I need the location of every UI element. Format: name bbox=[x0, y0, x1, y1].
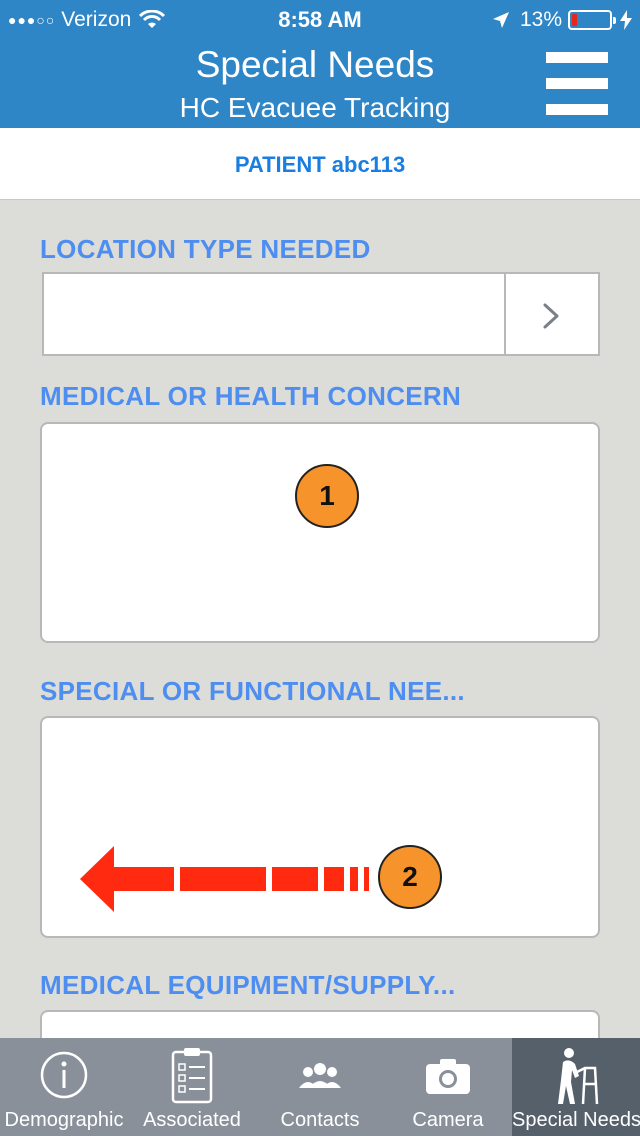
info-icon bbox=[40, 1051, 88, 1099]
tab-label: Associated bbox=[143, 1109, 241, 1131]
page-subtitle: HC Evacuee Tracking bbox=[179, 92, 451, 123]
clipboard-icon bbox=[171, 1048, 213, 1104]
tab-label: Demographic bbox=[4, 1109, 124, 1131]
special-needs-label: SPECIAL OR FUNCTIONAL NEE... bbox=[40, 676, 465, 706]
location-type-select[interactable] bbox=[42, 272, 600, 356]
annotation-badge-2: 2 bbox=[378, 845, 442, 909]
tab-label: Contacts bbox=[280, 1109, 360, 1131]
tab-camera[interactable]: Camera bbox=[384, 1038, 512, 1136]
annotation-badge-1: 1 bbox=[295, 464, 359, 528]
patient-bar: PATIENT abc113 bbox=[0, 128, 640, 200]
location-type-label: LOCATION TYPE NEEDED bbox=[40, 234, 371, 264]
tab-special-needs[interactable]: Special Needs bbox=[512, 1038, 640, 1136]
hamburger-menu-icon[interactable] bbox=[546, 52, 608, 116]
camera-icon bbox=[426, 1059, 470, 1094]
status-right: 13% bbox=[492, 8, 632, 32]
tab-demographic[interactable]: Demographic bbox=[0, 1038, 128, 1136]
people-icon bbox=[299, 1063, 341, 1088]
tab-label: Special Needs bbox=[512, 1109, 640, 1131]
charging-bolt-icon bbox=[620, 10, 632, 30]
tab-associated[interactable]: Associated bbox=[128, 1038, 256, 1136]
battery-icon bbox=[568, 10, 616, 30]
app-header: ●●●○○ Verizon 8:58 AM 13% Special Needs … bbox=[0, 0, 640, 128]
tab-label: Camera bbox=[412, 1109, 484, 1131]
annotation-arrow-left-icon bbox=[80, 846, 369, 912]
status-bar: ●●●○○ Verizon 8:58 AM 13% bbox=[0, 0, 640, 40]
battery-percent: 13% bbox=[519, 8, 562, 31]
tab-contacts[interactable]: Contacts bbox=[256, 1038, 384, 1136]
chevron-right-icon bbox=[543, 303, 559, 329]
location-arrow-icon bbox=[492, 12, 509, 28]
page-title: Special Needs bbox=[195, 44, 435, 85]
medical-concern-textarea[interactable] bbox=[40, 422, 600, 643]
medical-concern-label: MEDICAL OR HEALTH CONCERN bbox=[40, 381, 462, 411]
tab-bar: Demographic Associated Contacts Camera S… bbox=[0, 1038, 640, 1136]
medical-equipment-label: MEDICAL EQUIPMENT/SUPPLY... bbox=[40, 970, 456, 1000]
patient-label: PATIENT abc113 bbox=[234, 152, 406, 177]
walker-person-icon bbox=[558, 1048, 599, 1105]
location-type-disclosure-button[interactable] bbox=[504, 274, 598, 354]
